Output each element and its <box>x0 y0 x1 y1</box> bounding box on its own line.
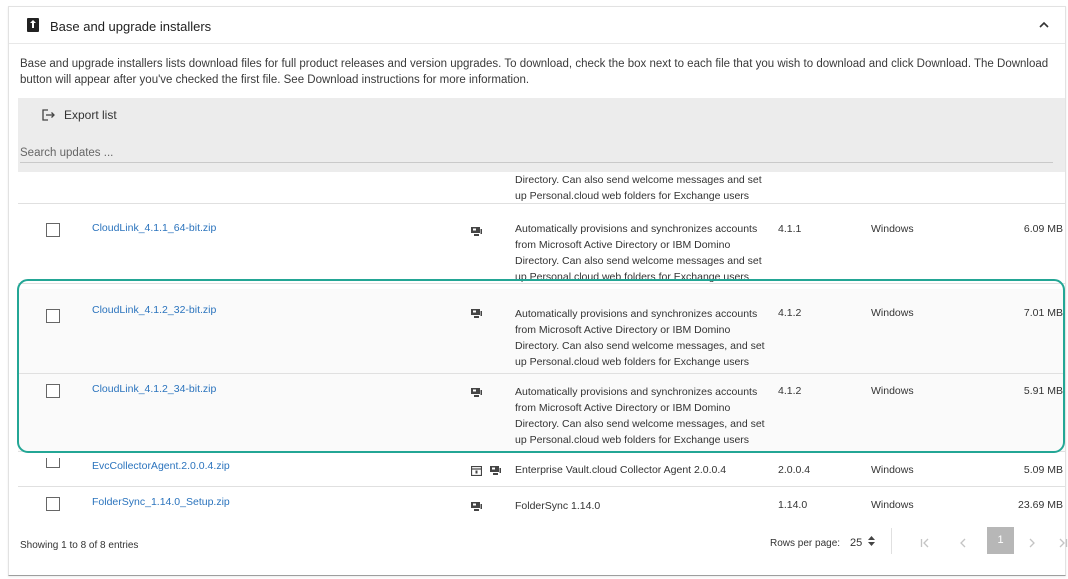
first-page-icon[interactable] <box>914 533 936 553</box>
computer-icon <box>471 306 482 318</box>
panel-header[interactable]: Base and upgrade installers <box>9 7 1065 44</box>
platform-cell: Windows <box>871 464 914 476</box>
installers-table: Directory. Can also send welcome message… <box>18 172 1065 516</box>
panel-title: Base and upgrade installers <box>50 19 212 34</box>
file-type-icons <box>471 306 482 318</box>
computer-icon <box>490 463 501 475</box>
file-download-link[interactable]: FolderSync_1.14.0_Setup.zip <box>92 496 230 508</box>
file-type-icons <box>471 385 482 397</box>
file-download-link[interactable]: CloudLink_4.1.2_34-bit.zip <box>92 383 216 395</box>
computer-icon <box>471 224 482 236</box>
row-select-checkbox[interactable] <box>46 384 60 398</box>
installers-panel: Base and upgrade installers Base and upg… <box>8 6 1068 576</box>
file-download-link[interactable]: EvcCollectorAgent.2.0.0.4.zip <box>92 460 230 472</box>
row-select-checkbox[interactable] <box>46 458 60 468</box>
size-cell: 5.09 MB <box>1023 464 1063 476</box>
table-footer: Showing 1 to 8 of 8 entries Rows per pag… <box>18 520 1068 560</box>
version-cell: 2.0.0.4 <box>778 464 811 476</box>
rows-per-page-label: Rows per page: <box>770 538 841 549</box>
description-cell: Enterprise Vault.cloud Collector Agent 2… <box>515 464 727 476</box>
row-select-checkbox[interactable] <box>46 309 60 323</box>
computer-icon <box>471 385 482 397</box>
search-input[interactable] <box>20 143 1053 163</box>
sort-arrows-icon <box>868 536 876 549</box>
next-page-icon[interactable] <box>1021 533 1043 553</box>
platform-cell: Windows <box>871 223 914 235</box>
chevron-up-icon[interactable] <box>1036 15 1052 33</box>
table-row: CloudLink_4.1.2_32-bit.zip Automatically… <box>18 289 1065 374</box>
export-list-label: Export list <box>64 108 117 122</box>
rows-per-page-value: 25 <box>850 536 863 549</box>
entries-info: Showing 1 to 8 of 8 entries <box>20 540 139 551</box>
file-type-icons <box>471 224 482 236</box>
table-row: EvcCollectorAgent.2.0.0.4.zip Enterprise… <box>18 452 1065 487</box>
size-cell: 23.69 MB <box>1018 499 1063 511</box>
table-row: CloudLink_4.1.2_34-bit.zip Automatically… <box>18 374 1065 452</box>
version-cell: 1.14.0 <box>778 499 808 511</box>
file-download-link[interactable]: CloudLink_4.1.1_64-bit.zip <box>92 222 216 234</box>
version-cell: 4.1.2 <box>778 307 802 319</box>
row-select-checkbox[interactable] <box>46 497 60 511</box>
platform-cell: Windows <box>871 307 914 319</box>
file-download-link[interactable]: CloudLink_4.1.2_32-bit.zip <box>92 304 216 316</box>
version-cell: 4.1.1 <box>778 223 802 235</box>
file-type-icons <box>470 463 501 477</box>
version-cell: 4.1.2 <box>778 385 802 397</box>
row-select-checkbox[interactable] <box>46 223 60 237</box>
table-row: Directory. Can also send welcome message… <box>18 172 1065 204</box>
rows-per-page-select[interactable]: 25 <box>850 536 876 549</box>
package-icon <box>470 463 483 477</box>
current-page-button[interactable]: 1 <box>987 527 1014 554</box>
computer-icon <box>471 499 482 511</box>
size-cell: 5.91 MB <box>1023 385 1063 397</box>
size-cell: 7.01 MB <box>1023 307 1063 319</box>
export-icon <box>42 109 56 121</box>
table-row: FolderSync_1.14.0_Setup.zip FolderSync 1… <box>18 487 1065 516</box>
panel-description: Base and upgrade installers lists downlo… <box>20 58 1049 86</box>
table-row: CloudLink_4.1.1_64-bit.zip Automatically… <box>18 204 1065 284</box>
platform-cell: Windows <box>871 385 914 397</box>
description-cell: Automatically provisions and synchronize… <box>515 223 762 283</box>
description-cell: Directory. Can also send welcome message… <box>515 174 762 202</box>
pager-divider <box>891 528 892 554</box>
description-cell: Automatically provisions and synchronize… <box>515 308 765 368</box>
export-list-button[interactable]: Export list <box>42 105 117 125</box>
file-type-icons <box>471 499 482 511</box>
description-cell: FolderSync 1.14.0 <box>515 500 601 512</box>
last-page-icon[interactable] <box>1052 533 1068 553</box>
description-cell: Automatically provisions and synchronize… <box>515 386 765 446</box>
previous-page-icon[interactable] <box>952 533 974 553</box>
table-toolbar: Export list <box>18 98 1065 172</box>
size-cell: 6.09 MB <box>1023 223 1063 235</box>
package-icon <box>27 18 39 32</box>
platform-cell: Windows <box>871 499 914 511</box>
